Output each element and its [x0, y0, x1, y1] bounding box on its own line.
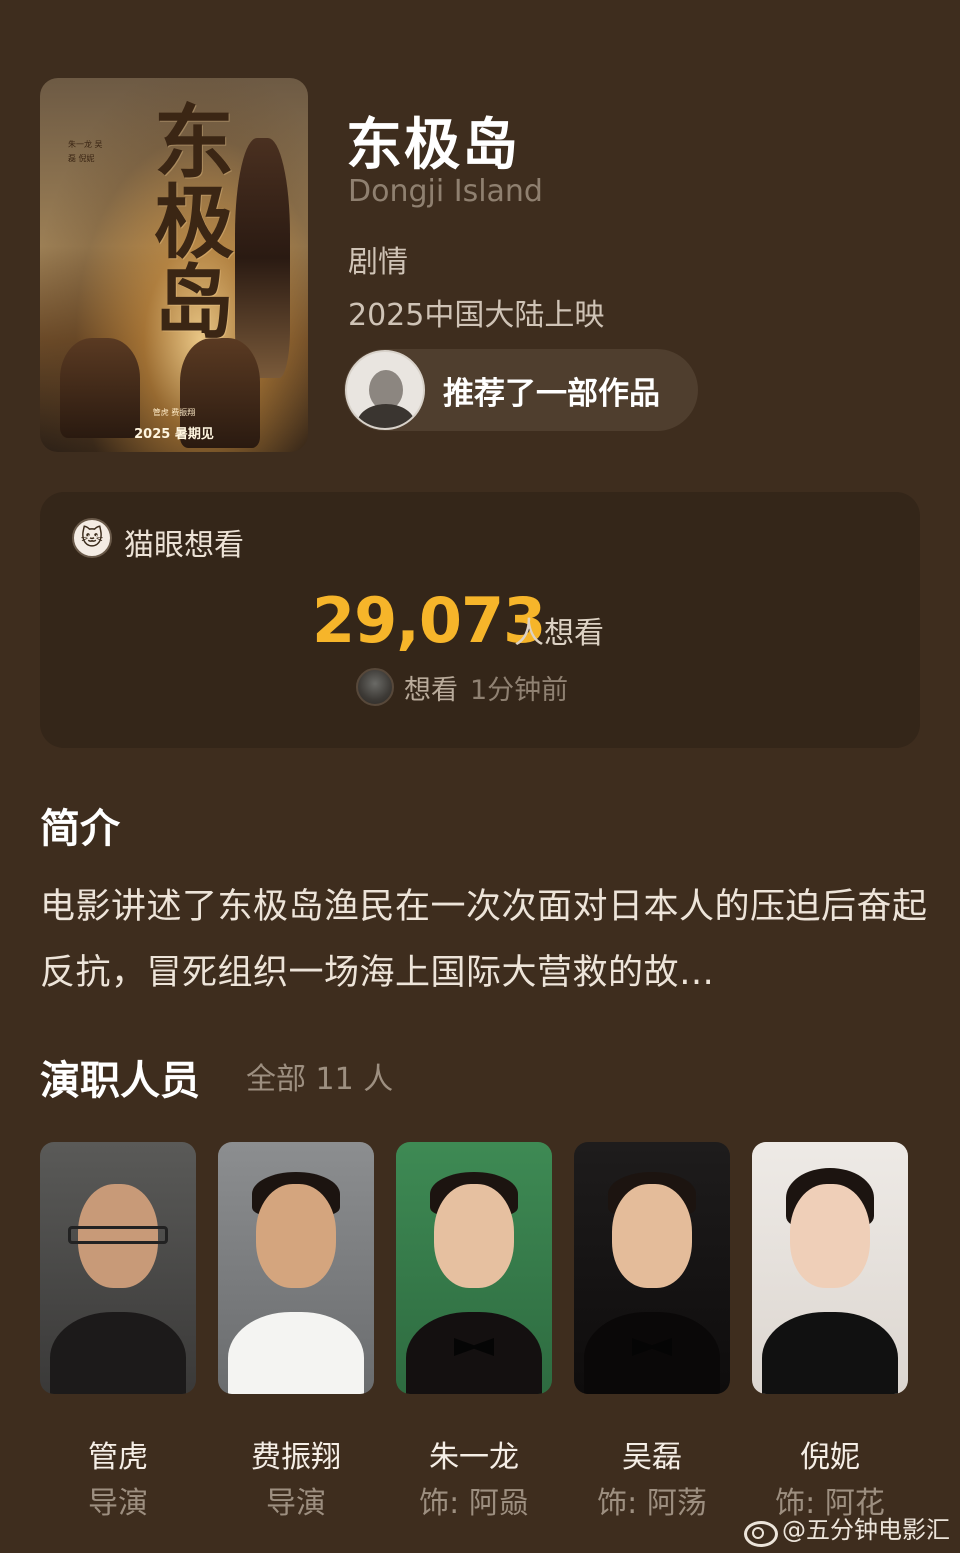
movie-title: 东极岛	[346, 113, 520, 178]
cast-name: 管虎	[88, 1440, 148, 1475]
cast-card[interactable]: 朱一龙 饰: 阿赑	[396, 1142, 552, 1521]
weibo-icon	[742, 1513, 778, 1547]
cast-name: 费振翔	[251, 1440, 341, 1475]
cast-card[interactable]: 管虎 导演	[40, 1142, 196, 1521]
cast-photo	[40, 1142, 196, 1394]
poster-tagline: 2025 暑期见	[134, 427, 214, 442]
cast-count-link[interactable]: 全部 11 人	[246, 1054, 393, 1098]
poster-title-art: 东极岛	[141, 100, 235, 340]
watermark-text: @五分钟电影汇	[782, 1516, 950, 1544]
cast-heading: 演职人员	[40, 1058, 200, 1104]
recommend-pill[interactable]: 推荐了一部作品	[344, 349, 698, 431]
cast-photo-head	[434, 1184, 514, 1288]
want-unit: 人想看	[514, 616, 604, 651]
cast-card[interactable]: 吴磊 饰: 阿荡	[574, 1142, 730, 1521]
cast-photo-body	[762, 1312, 898, 1394]
cast-card[interactable]: 倪妮 饰: 阿花	[752, 1142, 908, 1521]
cast-photo-body	[584, 1312, 720, 1394]
cast-card[interactable]: 费振翔 导演	[218, 1142, 374, 1521]
maoyan-want-card[interactable]: 🐱 猫眼想看 29,073 人想看 想看 1分钟前	[40, 492, 920, 748]
maoyan-cat-icon: 🐱	[72, 518, 112, 558]
want-count: 29,073	[312, 584, 546, 657]
synopsis-heading: 简介	[40, 806, 120, 852]
poster-figure-woman	[235, 138, 290, 378]
cast-role: 导演	[266, 1486, 326, 1521]
cast-photo-body	[50, 1312, 186, 1394]
cast-name: 倪妮	[800, 1440, 860, 1475]
recommender-avatar[interactable]	[345, 350, 425, 430]
movie-release-info: 2025中国大陆上映	[348, 298, 605, 333]
cast-photo	[396, 1142, 552, 1394]
cast-role: 导演	[88, 1486, 148, 1521]
recent-user-avatar	[356, 668, 394, 706]
cast-role: 饰: 阿荡	[597, 1486, 707, 1521]
cast-photo	[218, 1142, 374, 1394]
recommend-text: 推荐了一部作品	[443, 375, 660, 412]
cast-photo	[752, 1142, 908, 1394]
cast-name: 吴磊	[622, 1440, 682, 1475]
cast-photo-head	[256, 1184, 336, 1288]
cast-photo-glasses	[68, 1226, 168, 1244]
movie-genre: 剧情	[348, 245, 408, 280]
movie-poster[interactable]: 东极岛 朱一龙 吴磊 倪妮 管虎 费振翔 2025 暑期见	[40, 78, 308, 452]
cast-photo-head	[612, 1184, 692, 1288]
cast-name: 朱一龙	[429, 1440, 519, 1475]
cast-photo-body	[228, 1312, 364, 1394]
cast-photo	[574, 1142, 730, 1394]
watermark: @五分钟电影汇	[742, 1510, 950, 1547]
cast-list: 管虎 导演 费振翔 导演 朱一龙 饰: 阿赑 吴磊 饰: 阿荡 倪妮 饰: 阿花	[40, 1142, 920, 1522]
recent-time: 1分钟前	[470, 675, 569, 706]
poster-credit: 管虎 费振翔	[152, 408, 196, 417]
cast-photo-head	[790, 1184, 870, 1288]
poster-cast-lines: 朱一龙 吴磊 倪妮	[68, 140, 103, 163]
cast-photo-body	[406, 1312, 542, 1394]
movie-english-title: Dongji Island	[348, 174, 543, 209]
synopsis-text[interactable]: 电影讲述了东极岛渔民在一次次面对日本人的压迫后奋起反抗，冒死组织一场海上国际大营…	[40, 874, 930, 1006]
maoyan-label: 猫眼想看	[124, 528, 244, 563]
recent-action: 想看	[404, 675, 458, 706]
cast-role: 饰: 阿赑	[419, 1486, 529, 1521]
